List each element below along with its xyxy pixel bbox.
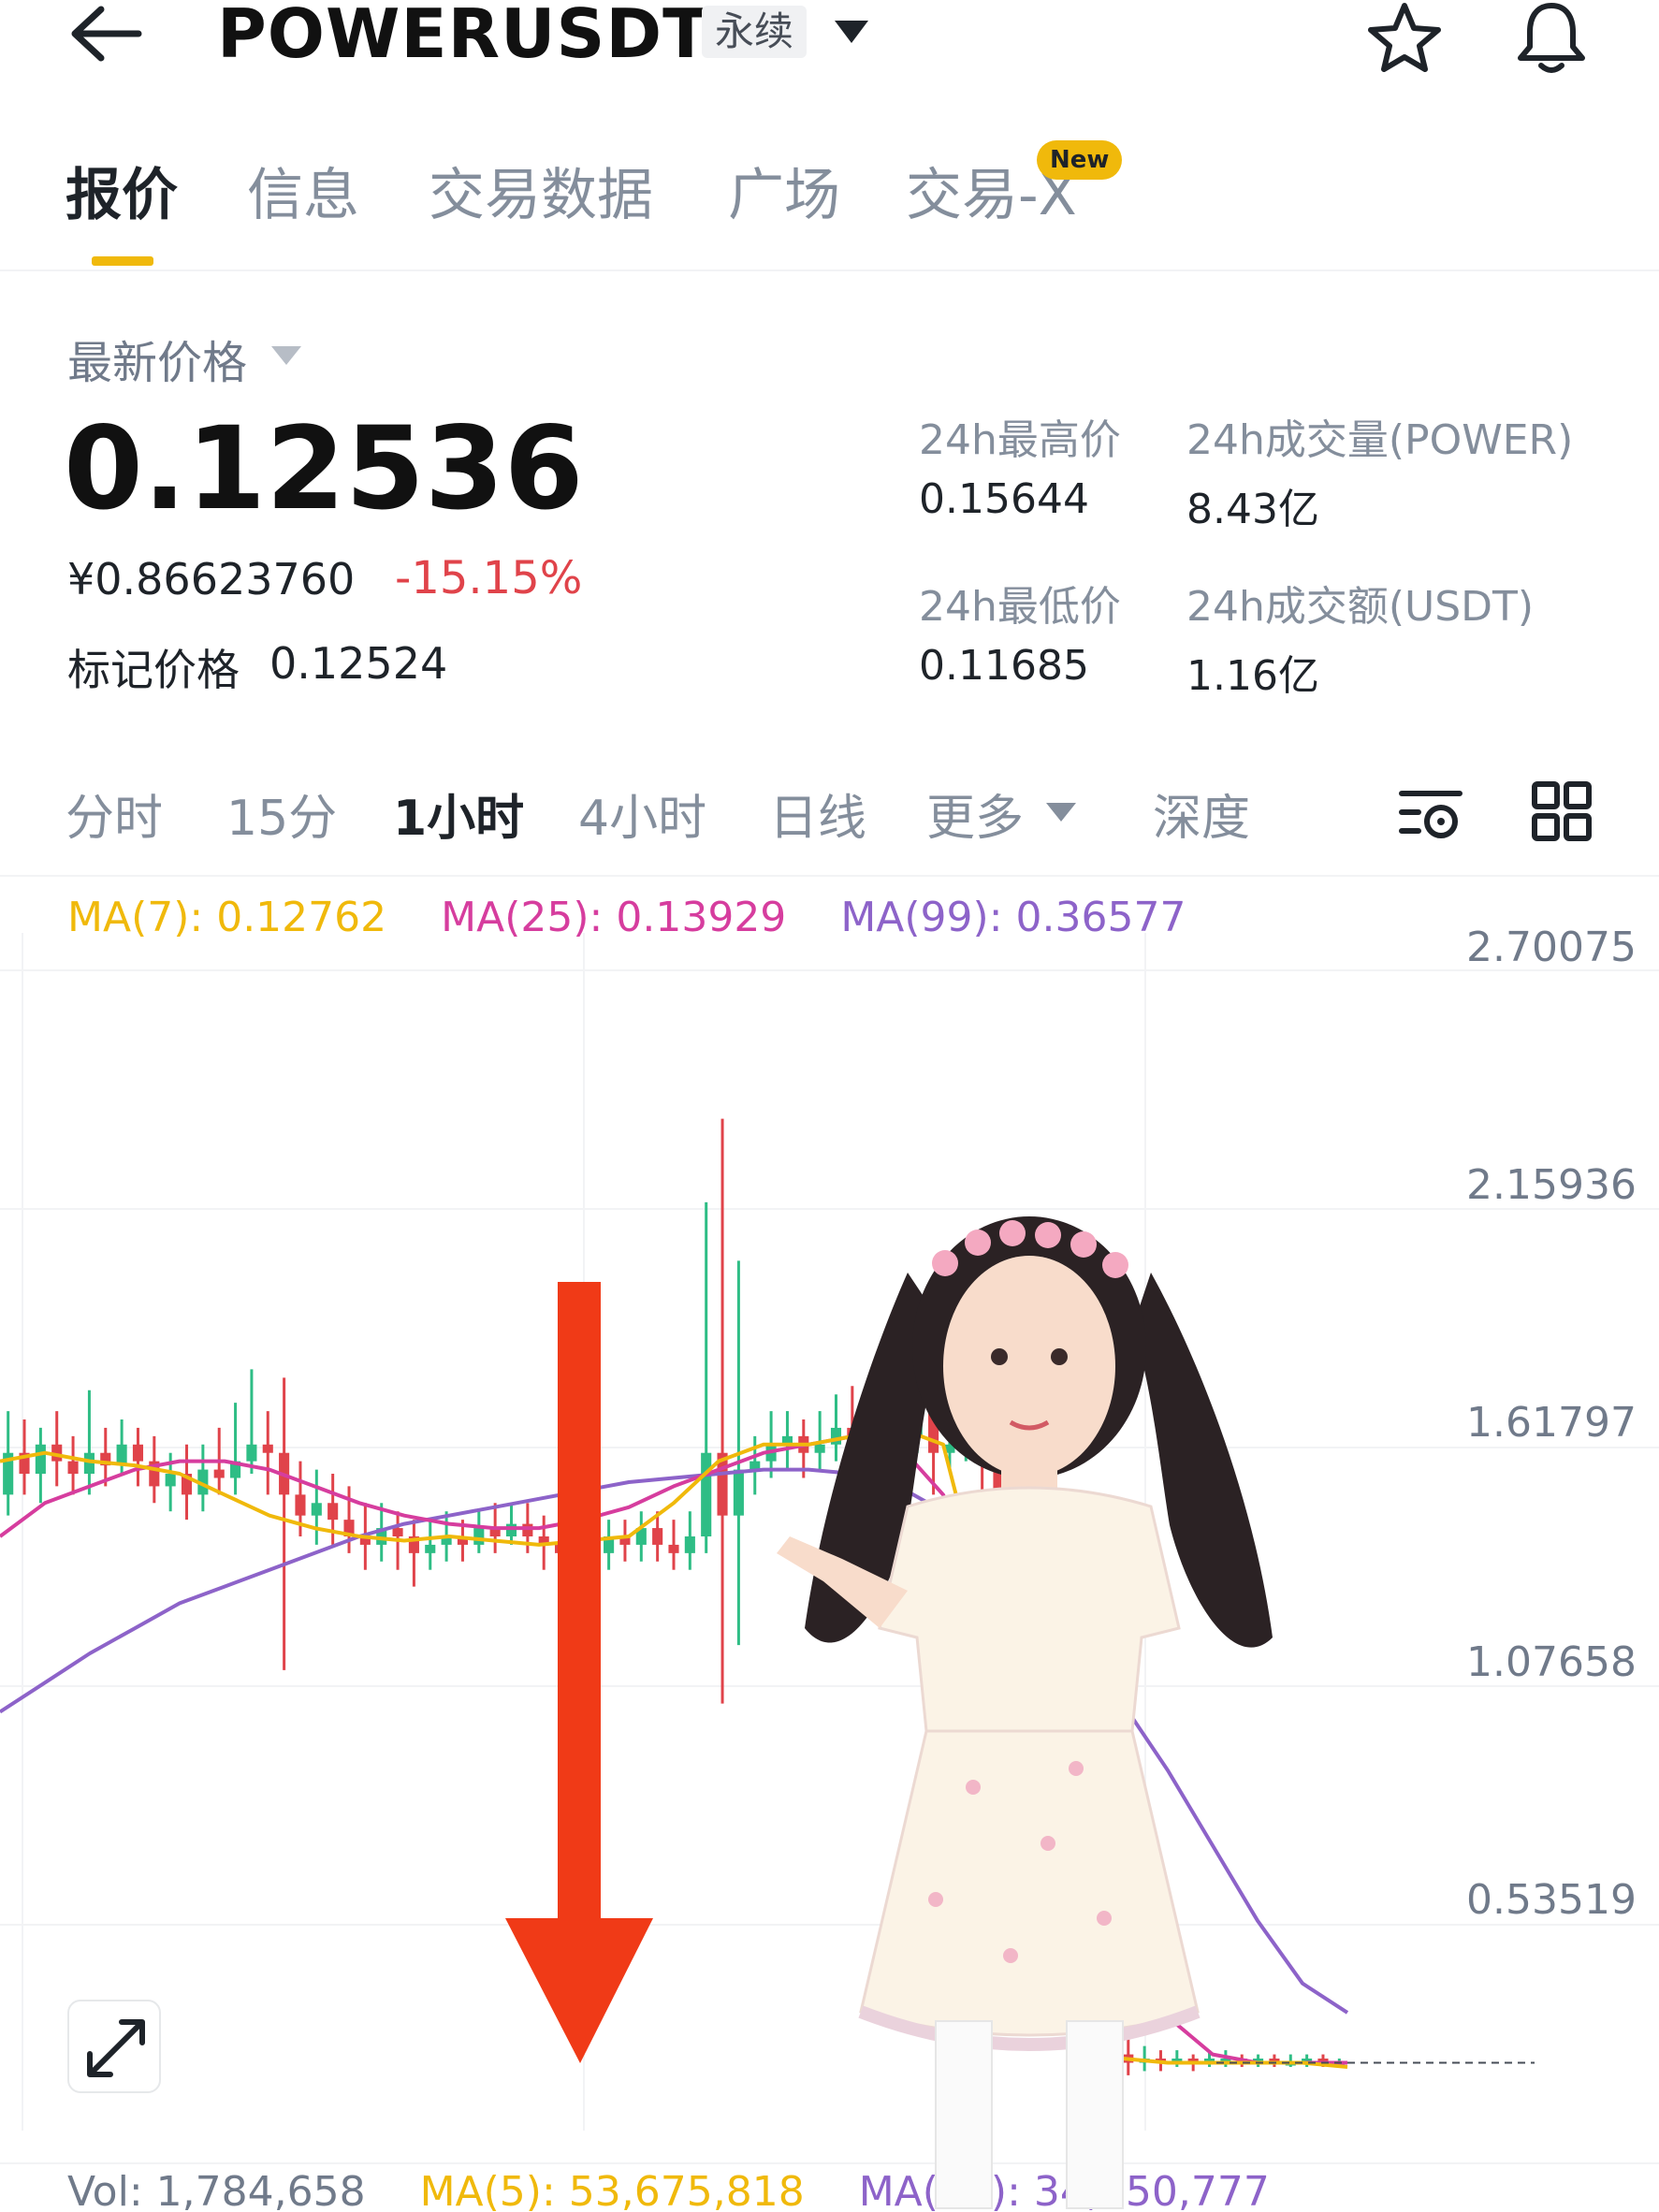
volume-base-value: 8.43亿 xyxy=(1186,486,1319,533)
candle xyxy=(197,1444,209,1512)
y-tick-label: 2.15936 xyxy=(1466,1161,1637,1209)
star-icon[interactable] xyxy=(1364,0,1445,75)
volume-label: Vol: 1,784,658 xyxy=(67,2168,366,2212)
interval-more[interactable]: 更多 xyxy=(926,779,1024,849)
candle xyxy=(668,1520,679,1570)
main-tabs: 报价 信息 交易数据 广场 交易-X xyxy=(0,140,1659,271)
tab-square[interactable]: 广场 xyxy=(728,150,840,231)
y-tick-label: 0.53519 xyxy=(1466,1876,1637,1924)
interval-4h[interactable]: 4小时 xyxy=(578,779,706,849)
ma25-label: MA(25): 0.13929 xyxy=(441,894,787,941)
candle xyxy=(425,1520,436,1570)
red-down-arrow-annotation xyxy=(505,1282,655,2077)
latest-price-label[interactable]: 最新价格 xyxy=(67,326,247,391)
candle xyxy=(132,1427,144,1487)
interval-1d[interactable]: 日线 xyxy=(769,779,866,849)
fullscreen-expand-icon[interactable] xyxy=(67,2000,161,2093)
candle xyxy=(230,1403,241,1495)
interval-1h[interactable]: 1小时 xyxy=(393,779,524,849)
volume-base-label: 24h成交量(POWER) xyxy=(1186,416,1574,464)
candle xyxy=(67,1435,79,1495)
active-tab-indicator xyxy=(92,256,153,266)
interval-15m[interactable]: 15分 xyxy=(226,779,337,849)
tab-quote[interactable]: 报价 xyxy=(65,150,178,231)
ma-legend: MA(7): 0.12762 MA(25): 0.13929 MA(99): 0… xyxy=(67,894,1227,941)
candle xyxy=(83,1390,95,1495)
chevron-down-icon[interactable] xyxy=(1046,803,1076,822)
chevron-down-icon[interactable] xyxy=(835,21,868,43)
candle xyxy=(311,1469,322,1545)
y-tick-label: 2.70075 xyxy=(1466,924,1637,971)
new-badge: New xyxy=(1037,140,1123,180)
chevron-down-icon[interactable] xyxy=(271,346,301,365)
high-24h-label: 24h最高价 xyxy=(919,416,1121,464)
interval-time-share[interactable]: 分时 xyxy=(65,779,163,849)
candle xyxy=(408,1520,419,1587)
mark-price-label: 标记价格 xyxy=(67,645,240,695)
low-24h-label: 24h最低价 xyxy=(919,583,1121,631)
candle xyxy=(327,1474,339,1545)
bell-icon[interactable] xyxy=(1511,0,1592,75)
tab-info[interactable]: 信息 xyxy=(247,150,359,231)
volume-quote-value: 1.16亿 xyxy=(1186,652,1319,700)
illustrated-girl-image xyxy=(767,1188,1291,2212)
symbol-title[interactable]: POWERUSDT xyxy=(217,0,709,73)
candle xyxy=(473,1511,485,1553)
candle xyxy=(3,1411,14,1516)
ma99-label: MA(99): 0.36577 xyxy=(840,894,1186,941)
tab-trading-data[interactable]: 交易数据 xyxy=(429,150,653,231)
y-tick-label: 1.61797 xyxy=(1466,1399,1637,1447)
candle xyxy=(262,1411,273,1495)
cny-price: ¥0.86623760 xyxy=(67,554,356,604)
candle xyxy=(701,1201,712,1553)
high-24h-value: 0.15644 xyxy=(919,475,1089,523)
candle xyxy=(279,1377,290,1670)
candle xyxy=(51,1411,63,1487)
low-24h-value: 0.11685 xyxy=(919,642,1089,690)
interval-depth[interactable]: 深度 xyxy=(1153,779,1250,849)
candle xyxy=(717,1118,728,1704)
mark-price-value: 0.12524 xyxy=(269,638,448,689)
candle xyxy=(181,1444,193,1521)
contract-type-badge: 永续 xyxy=(702,6,808,58)
volume-quote-label: 24h成交额(USDT) xyxy=(1186,583,1535,631)
candle xyxy=(35,1427,46,1504)
price-change-percent: -15.15% xyxy=(395,552,583,604)
ma7-label: MA(7): 0.12762 xyxy=(67,894,387,941)
grid-layout-icon[interactable] xyxy=(1531,780,1593,842)
candle xyxy=(684,1511,695,1570)
top-bar: POWERUSDT 永续 xyxy=(0,0,1659,75)
last-price: 0.12536 xyxy=(64,402,584,535)
back-arrow-icon[interactable] xyxy=(65,0,150,65)
candle xyxy=(246,1369,257,1475)
y-tick-label: 1.07658 xyxy=(1466,1638,1637,1686)
volume-ma5-label: MA(5): 53,675,818 xyxy=(419,2168,805,2212)
indicator-settings-icon[interactable] xyxy=(1398,782,1463,842)
